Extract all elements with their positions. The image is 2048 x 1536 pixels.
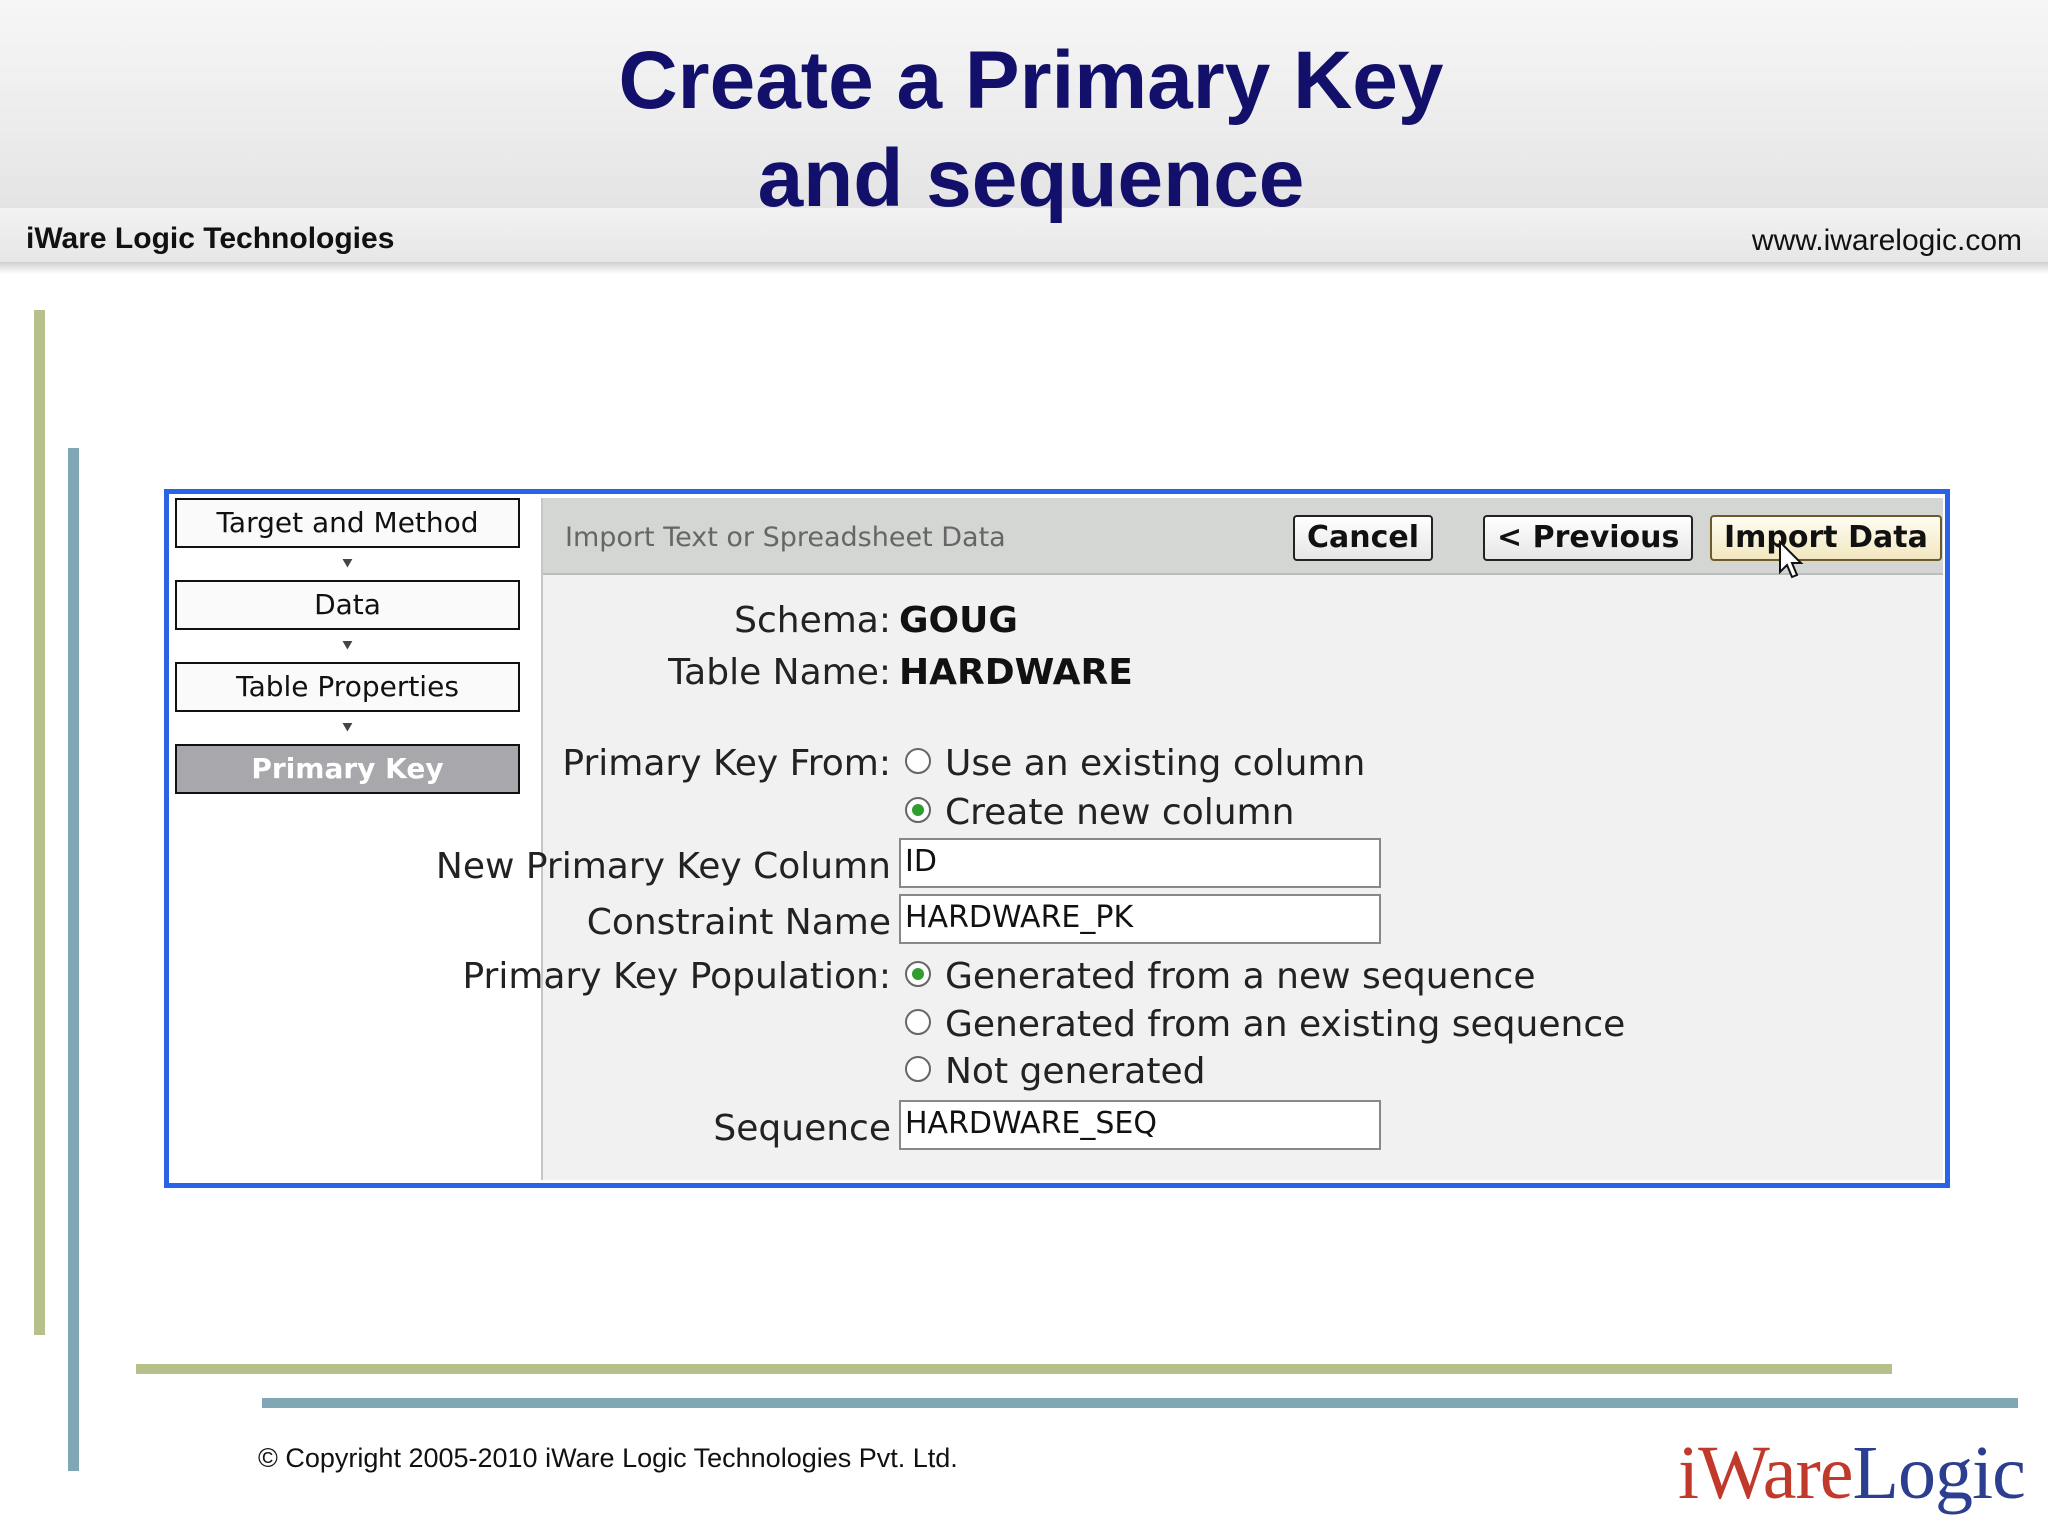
radio-label: Generated from an existing sequence [945, 1004, 1626, 1045]
cancel-button[interactable]: Cancel [1293, 515, 1434, 561]
wizard-step-primary-key[interactable]: Primary Key [175, 744, 520, 794]
radio-on-icon[interactable] [905, 961, 931, 987]
new-pk-column-input[interactable]: ID [899, 838, 1381, 888]
constraint-name-input[interactable]: HARDWARE_PK [899, 894, 1381, 944]
radio-off-icon[interactable] [905, 1056, 931, 1082]
company-url: www.iwarelogic.com [1751, 224, 2022, 257]
radio-use-existing-column[interactable]: Use an existing column [905, 743, 1365, 784]
radio-label: Use an existing column [945, 743, 1366, 784]
pk-from-label: Primary Key From: [562, 743, 891, 784]
company-name: iWare Logic Technologies [26, 222, 395, 255]
mouse-pointer-icon [1779, 540, 1804, 579]
wizard-steps: Target and Method ⯆ Data ⯆ Table Propert… [175, 498, 520, 794]
import-wizard-dialog: Target and Method ⯆ Data ⯆ Table Propert… [164, 489, 1950, 1188]
radio-not-generated[interactable]: Not generated [905, 1051, 1205, 1092]
wizard-step-target-and-method[interactable]: Target and Method [175, 498, 520, 548]
accent-bar-green-horizontal [136, 1364, 1892, 1374]
sequence-label: Sequence [713, 1108, 891, 1149]
radio-generated-new-sequence[interactable]: Generated from a new sequence [905, 956, 1535, 997]
pk-population-label: Primary Key Population: [462, 956, 891, 997]
chevron-down-icon: ⯆ [340, 718, 355, 738]
radio-create-new-column[interactable]: Create new column [905, 792, 1294, 833]
constraint-name-label: Constraint Name [586, 902, 891, 943]
form-labels: Schema: Table Name: Primary Key From: Ne… [436, 498, 891, 1180]
wizard-step-table-properties[interactable]: Table Properties [175, 662, 520, 712]
wizard-panel: Import Text or Spreadsheet Data Cancel <… [436, 498, 1943, 1180]
radio-label: Create new column [945, 792, 1295, 833]
import-data-button[interactable]: Import Data [1710, 515, 1942, 561]
radio-label: Generated from a new sequence [945, 956, 1536, 997]
title-line-1: Create a Primary Key [618, 35, 1444, 126]
chevron-down-icon: ⯆ [340, 636, 355, 656]
logo-part-1: iWare [1678, 1431, 1854, 1515]
company-logo: iWareLogic [1678, 1430, 2026, 1517]
previous-button[interactable]: < Previous [1483, 515, 1694, 561]
wizard-step-data[interactable]: Data [175, 580, 520, 630]
accent-bar-teal-vertical [68, 448, 79, 1471]
header-divider [0, 262, 2048, 274]
sequence-input[interactable]: HARDWARE_SEQ [899, 1100, 1381, 1150]
radio-off-icon[interactable] [905, 1009, 931, 1035]
logo-part-2: Logic [1852, 1431, 2026, 1515]
table-name-label: Table Name: [668, 652, 891, 693]
schema-label: Schema: [734, 600, 891, 641]
slide-title: Create a Primary Key and sequence [0, 32, 2048, 228]
title-line-2: and sequence [757, 133, 1305, 224]
new-pk-column-label: New Primary Key Column [435, 846, 891, 887]
radio-label: Not generated [945, 1051, 1206, 1092]
accent-bar-teal-horizontal [262, 1398, 2018, 1408]
radio-generated-existing-sequence[interactable]: Generated from an existing sequence [905, 1004, 1625, 1045]
radio-on-icon[interactable] [905, 797, 931, 823]
schema-value: GOUG [899, 600, 1018, 641]
radio-off-icon[interactable] [905, 748, 931, 774]
chevron-down-icon: ⯆ [340, 554, 355, 574]
accent-bar-green-vertical [34, 310, 45, 1335]
table-name-value: HARDWARE [899, 652, 1133, 693]
copyright-text: © Copyright 2005-2010 iWare Logic Techno… [258, 1443, 958, 1473]
